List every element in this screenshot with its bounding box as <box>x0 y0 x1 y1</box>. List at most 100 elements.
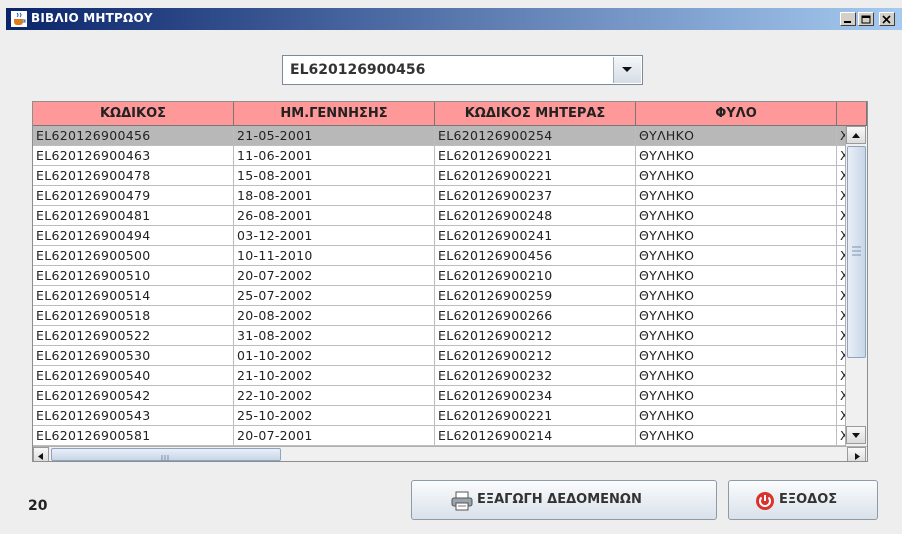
cell-sex: ΘΥΛΗΚΟ <box>636 266 837 286</box>
horizontal-scrollbar[interactable] <box>33 446 867 461</box>
cell-mother-code: EL620126900212 <box>435 346 636 366</box>
scroll-down-button[interactable] <box>846 426 866 444</box>
scroll-left-button[interactable] <box>33 447 49 461</box>
table-row[interactable]: EL620126900479 18-08-2001 EL620126900237 ΘΥ… <box>33 186 845 206</box>
table-row[interactable]: EL620126900543 25-10-2002 EL620126900221 ΘΥ… <box>33 406 845 426</box>
cell-code: EL620126900456 <box>33 126 234 146</box>
cell-birth-date: 31-08-2002 <box>234 326 435 346</box>
dropdown-selected-value: EL620126900456 <box>290 62 426 78</box>
cell-mother-code: EL620126900214 <box>435 426 636 446</box>
printer-icon <box>451 491 473 511</box>
cell-extra: ΧΟ <box>837 326 845 346</box>
cell-sex: ΘΥΛΗΚΟ <box>636 326 837 346</box>
table-row[interactable]: EL620126900494 03-12-2001 EL620126900241 ΘΥ… <box>33 226 845 246</box>
table-row[interactable]: EL620126900581 20-07-2001 EL620126900214 ΘΥ… <box>33 426 845 446</box>
arrow-left-icon <box>38 453 43 460</box>
cell-code: EL620126900510 <box>33 266 234 286</box>
cell-birth-date: 21-05-2001 <box>234 126 435 146</box>
table-row[interactable]: EL620126900481 26-08-2001 EL620126900248 ΘΥ… <box>33 206 845 226</box>
minimize-icon <box>844 21 851 23</box>
scroll-up-button[interactable] <box>846 126 866 144</box>
cell-mother-code: EL620126900241 <box>435 226 636 246</box>
column-header-code[interactable]: ΚΩΔΙΚΟΣ <box>33 102 234 126</box>
cell-mother-code: EL620126900248 <box>435 206 636 226</box>
window-title: ΒΙΒΛΙΟ ΜΗΤΡΩΟΥ <box>31 11 153 25</box>
table-row[interactable]: EL620126900510 20-07-2002 EL620126900210 ΘΥ… <box>33 266 845 286</box>
export-data-button[interactable]: ΕΞΑΓΩΓΗ ΔΕΔΟΜΕΝΩΝ <box>411 480 717 520</box>
exit-button[interactable]: ΕΞΟΔΟΣ <box>728 480 878 520</box>
minimize-button[interactable] <box>840 12 856 26</box>
animal-code-dropdown[interactable]: EL620126900456 <box>282 55 643 85</box>
cell-extra: ΧΟ <box>837 266 845 286</box>
cell-extra: ΧΟ <box>837 186 845 206</box>
cell-mother-code: EL620126900210 <box>435 266 636 286</box>
column-header-extra[interactable] <box>837 102 867 126</box>
vertical-scroll-thumb[interactable] <box>847 146 866 358</box>
scroll-right-button[interactable] <box>847 447 866 461</box>
cell-sex: ΘΥΛΗΚΟ <box>636 406 837 426</box>
vertical-scrollbar[interactable] <box>845 126 867 446</box>
cell-birth-date: 21-10-2002 <box>234 366 435 386</box>
table-row[interactable]: EL620126900540 21-10-2002 EL620126900232 ΘΥ… <box>33 366 845 386</box>
table-body: EL620126900456 21-05-2001 EL620126900254 ΘΥ… <box>33 126 845 446</box>
cell-mother-code: EL620126900221 <box>435 406 636 426</box>
cell-sex: ΘΥΛΗΚΟ <box>636 126 837 146</box>
cell-mother-code: EL620126900221 <box>435 166 636 186</box>
cell-sex: ΘΥΛΗΚΟ <box>636 426 837 446</box>
column-header-birth-date[interactable]: ΗΜ.ΓΕΝΝΗΣΗΣ <box>234 102 435 126</box>
cell-mother-code: EL620126900234 <box>435 386 636 406</box>
cell-extra: ΧΟ <box>837 226 845 246</box>
cell-code: EL620126900478 <box>33 166 234 186</box>
table-row[interactable]: EL620126900456 21-05-2001 EL620126900254 ΘΥ… <box>33 126 845 146</box>
cell-extra: ΧΟ <box>837 346 845 366</box>
close-button[interactable] <box>879 12 895 26</box>
title-bar[interactable]: ΒΙΒΛΙΟ ΜΗΤΡΩΟΥ <box>6 8 902 30</box>
table-row[interactable]: EL620126900500 10-11-2010 EL620126900456 ΘΥ… <box>33 246 845 266</box>
table-header: ΚΩΔΙΚΟΣ ΗΜ.ΓΕΝΝΗΣΗΣ ΚΩΔΙΚΟΣ ΜΗΤΕΡΑΣ ΦΥΛΟ <box>33 102 867 126</box>
cell-sex: ΘΥΛΗΚΟ <box>636 366 837 386</box>
cell-sex: ΘΥΛΗΚΟ <box>636 286 837 306</box>
arrow-up-icon <box>852 133 860 138</box>
column-header-mother-code[interactable]: ΚΩΔΙΚΟΣ ΜΗΤΕΡΑΣ <box>435 102 636 126</box>
cell-birth-date: 03-12-2001 <box>234 226 435 246</box>
table-row[interactable]: EL620126900542 22-10-2002 EL620126900234 ΘΥ… <box>33 386 845 406</box>
maximize-icon <box>861 15 871 24</box>
column-header-sex[interactable]: ΦΥΛΟ <box>636 102 837 126</box>
cell-birth-date: 20-08-2002 <box>234 306 435 326</box>
cell-birth-date: 25-07-2002 <box>234 286 435 306</box>
cell-code: EL620126900518 <box>33 306 234 326</box>
horizontal-scroll-thumb[interactable] <box>51 448 281 461</box>
cell-birth-date: 22-10-2002 <box>234 386 435 406</box>
cell-sex: ΘΥΛΗΚΟ <box>636 246 837 266</box>
cell-sex: ΘΥΛΗΚΟ <box>636 146 837 166</box>
cell-extra: ΧΟ <box>837 366 845 386</box>
cell-code: EL620126900542 <box>33 386 234 406</box>
table-row[interactable]: EL620126900478 15-08-2001 EL620126900221 ΘΥ… <box>33 166 845 186</box>
cell-birth-date: 11-06-2001 <box>234 146 435 166</box>
cell-code: EL620126900543 <box>33 406 234 426</box>
cell-birth-date: 10-11-2010 <box>234 246 435 266</box>
app-window: ΒΙΒΛΙΟ ΜΗΤΡΩΟΥ EL620126900456 ΚΩΔΙΚΟΣ ΗΜ… <box>0 0 902 534</box>
cell-code: EL620126900522 <box>33 326 234 346</box>
cell-mother-code: EL620126900212 <box>435 326 636 346</box>
table-row[interactable]: EL620126900530 01-10-2002 EL620126900212 ΘΥ… <box>33 346 845 366</box>
cell-code: EL620126900581 <box>33 426 234 446</box>
dropdown-arrow-button[interactable] <box>613 57 641 83</box>
maximize-button[interactable] <box>858 12 874 26</box>
exit-icon <box>756 492 774 510</box>
cell-extra: ΧΟ <box>837 386 845 406</box>
cell-sex: ΘΥΛΗΚΟ <box>636 386 837 406</box>
cell-sex: ΘΥΛΗΚΟ <box>636 346 837 366</box>
cell-mother-code: EL620126900232 <box>435 366 636 386</box>
table-row[interactable]: EL620126900463 11-06-2001 EL620126900221 ΘΥ… <box>33 146 845 166</box>
cell-birth-date: 15-08-2001 <box>234 166 435 186</box>
table-row[interactable]: EL620126900514 25-07-2002 EL620126900259 ΘΥ… <box>33 286 845 306</box>
table-row[interactable]: EL620126900518 20-08-2002 EL620126900266 ΘΥ… <box>33 306 845 326</box>
table-row[interactable]: EL620126900522 31-08-2002 EL620126900212 ΘΥ… <box>33 326 845 346</box>
cell-birth-date: 18-08-2001 <box>234 186 435 206</box>
grip-icon <box>161 455 169 461</box>
grip-icon <box>852 246 861 256</box>
cell-birth-date: 20-07-2002 <box>234 266 435 286</box>
cell-mother-code: EL620126900221 <box>435 146 636 166</box>
cell-extra: ΧΟ <box>837 206 845 226</box>
